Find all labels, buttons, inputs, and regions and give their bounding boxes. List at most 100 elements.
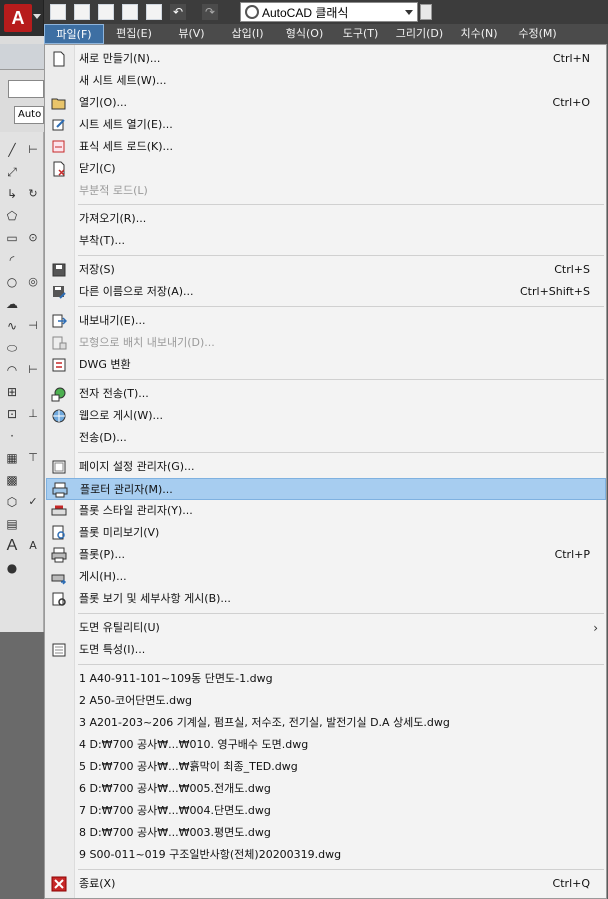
make-block-icon[interactable]: ⊡ bbox=[4, 406, 20, 422]
menu-item-4[interactable]: 형식(O) bbox=[276, 24, 333, 44]
offset-tool-icon[interactable]: ⊙ bbox=[26, 230, 40, 246]
file-menu-item-13[interactable]: DWG 변환 bbox=[46, 354, 606, 376]
file-menu-item-27[interactable]: 2 A50-코어단면도.dwg bbox=[46, 690, 606, 712]
break-tool-icon[interactable]: ⊥ bbox=[26, 406, 40, 422]
construction-line-icon[interactable]: ⤢ bbox=[4, 164, 20, 180]
menu-item-label: 8 D:₩700 공사₩...₩003.평면도.dwg bbox=[79, 826, 271, 839]
menu-item-label: 닫기(C) bbox=[79, 162, 116, 175]
file-menu-item-5[interactable]: 닫기(C) bbox=[46, 158, 606, 180]
file-menu-item-31[interactable]: 6 D:₩700 공사₩...₩005.전개도.dwg bbox=[46, 778, 606, 800]
menu-item-label: 열기(O)... bbox=[79, 96, 127, 109]
fillet-tool-icon[interactable]: A bbox=[26, 538, 40, 554]
file-menu-item-18[interactable]: 플로터 관리자(M)... bbox=[46, 478, 606, 500]
file-menu-item-3[interactable]: 시트 세트 열기(E)... bbox=[46, 114, 606, 136]
file-menu-item-0[interactable]: 새로 만들기(N)... Ctrl+N bbox=[46, 48, 606, 70]
undo-icon[interactable]: ↶ bbox=[170, 4, 186, 20]
chamfer-tool-icon[interactable]: ✓ bbox=[26, 494, 40, 510]
polygon-icon[interactable]: ⬠ bbox=[4, 208, 20, 224]
polyline-icon[interactable]: ↳ bbox=[4, 186, 20, 202]
file-menu-item-26[interactable]: 1 A40-911-101~109동 단면도-1.dwg bbox=[46, 668, 606, 690]
file-menu-item-25[interactable]: 도면 특성(I)... bbox=[46, 639, 606, 661]
array-tool-icon[interactable]: ◎ bbox=[26, 274, 40, 290]
menu-item-label: 5 D:₩700 공사₩...₩흙막이 최종_TED.dwg bbox=[79, 760, 298, 773]
file-menu-item-21[interactable]: 플롯(P)... Ctrl+P bbox=[46, 544, 606, 566]
menu-separator bbox=[78, 255, 604, 256]
gradient-icon[interactable]: ▩ bbox=[4, 472, 20, 488]
file-menu-item-35[interactable]: 종료(X) Ctrl+Q bbox=[46, 873, 606, 895]
insert-block-icon[interactable]: ⊞ bbox=[4, 384, 20, 400]
qat-customize-button[interactable] bbox=[420, 4, 432, 20]
file-menu-item-1[interactable]: 새 시트 세트(W)... bbox=[46, 70, 606, 92]
menu-item-2[interactable]: 뷰(V) bbox=[164, 24, 219, 44]
spline-icon[interactable]: ∿ bbox=[4, 318, 20, 334]
file-menu-item-22[interactable]: 게시(H)... bbox=[46, 566, 606, 588]
file-menu-item-23[interactable]: 플롯 보기 및 세부사항 게시(B)... bbox=[46, 588, 606, 610]
qplot-icon[interactable] bbox=[146, 4, 162, 20]
mtext-icon[interactable]: A bbox=[4, 538, 20, 554]
file-menu-item-7[interactable]: 가져오기(R)... bbox=[46, 208, 606, 230]
plot-style-icon bbox=[51, 503, 67, 519]
point-icon[interactable]: · bbox=[4, 428, 20, 444]
application-menu-button[interactable]: A bbox=[0, 0, 44, 36]
document-tab[interactable]: Auto bbox=[14, 106, 44, 124]
revcloud-icon[interactable]: ☁ bbox=[4, 296, 20, 312]
file-menu-item-32[interactable]: 7 D:₩700 공사₩...₩004.단면도.dwg bbox=[46, 800, 606, 822]
file-menu-item-33[interactable]: 8 D:₩700 공사₩...₩003.평면도.dwg bbox=[46, 822, 606, 844]
join-tool-icon[interactable]: ⊤ bbox=[26, 450, 40, 466]
workspace-dropdown[interactable]: AutoCAD 클래식 bbox=[240, 2, 418, 22]
qopen-icon[interactable] bbox=[74, 4, 90, 20]
trim-tool-icon[interactable]: ⊣ bbox=[26, 318, 40, 334]
file-menu-item-19[interactable]: 플롯 스타일 관리자(Y)... bbox=[46, 500, 606, 522]
redo-icon[interactable]: ↷ bbox=[202, 4, 218, 20]
drawing-area-edge bbox=[0, 632, 44, 899]
file-menu-item-29[interactable]: 4 D:₩700 공사₩...₩010. 영구배수 도면.dwg bbox=[46, 734, 606, 756]
file-menu-item-34[interactable]: 9 S00-011~019 구조일반사항(전체)20200319.dwg bbox=[46, 844, 606, 866]
file-menu-item-15[interactable]: 웹으로 게시(W)... bbox=[46, 405, 606, 427]
menu-item-5[interactable]: 도구(T) bbox=[333, 24, 388, 44]
file-menu-item-2[interactable]: 열기(O)... Ctrl+O bbox=[46, 92, 606, 114]
file-menu-item-30[interactable]: 5 D:₩700 공사₩...₩흙막이 최종_TED.dwg bbox=[46, 756, 606, 778]
file-menu-item-11[interactable]: 내보내기(E)... bbox=[46, 310, 606, 332]
qsave-icon[interactable] bbox=[98, 4, 114, 20]
etransmit-icon bbox=[51, 386, 67, 402]
menu-item-label: 6 D:₩700 공사₩...₩005.전개도.dwg bbox=[79, 782, 271, 795]
hatch-icon[interactable]: ▦ bbox=[4, 450, 20, 466]
menu-item-6[interactable]: 그리기(D) bbox=[388, 24, 451, 44]
file-menu-item-9[interactable]: 저장(S) Ctrl+S bbox=[46, 259, 606, 281]
file-menu-item-14[interactable]: 전자 전송(T)... bbox=[46, 383, 606, 405]
drawing-props-icon bbox=[51, 642, 67, 658]
extend-tool-icon[interactable]: ⊢ bbox=[26, 362, 40, 378]
file-menu-item-4[interactable]: 표식 세트 로드(K)... bbox=[46, 136, 606, 158]
publish-icon bbox=[51, 569, 67, 585]
file-menu-item-20[interactable]: 플롯 미리보기(V) bbox=[46, 522, 606, 544]
ellipse-icon[interactable]: ⬭ bbox=[4, 340, 20, 356]
add-selected-icon[interactable]: ● bbox=[4, 560, 20, 576]
move-tool-icon[interactable]: ↻ bbox=[26, 186, 40, 202]
file-menu-item-17[interactable]: 페이지 설정 관리자(G)... bbox=[46, 456, 606, 478]
file-menu-item-28[interactable]: 3 A201-203~206 기계실, 펌프실, 저수조, 전기실, 발전기실 … bbox=[46, 712, 606, 734]
circle-icon[interactable]: ○ bbox=[4, 274, 20, 290]
menu-item-1[interactable]: 편집(E) bbox=[104, 24, 164, 44]
file-menu-item-10[interactable]: 다른 이름으로 저장(A)... Ctrl+Shift+S bbox=[46, 281, 606, 303]
menu-item-7[interactable]: 치수(N) bbox=[451, 24, 507, 44]
table-icon[interactable]: ▤ bbox=[4, 516, 20, 532]
submenu-arrow-icon: › bbox=[593, 621, 598, 635]
file-menu-item-16[interactable]: 전송(D)... bbox=[46, 427, 606, 449]
arc-icon[interactable]: ◜ bbox=[4, 252, 20, 268]
qnew-icon[interactable] bbox=[50, 4, 66, 20]
qsaveas-icon[interactable] bbox=[122, 4, 138, 20]
file-menu-item-8[interactable]: 부착(T)... bbox=[46, 230, 606, 252]
ellipse-arc-icon[interactable]: ◠ bbox=[4, 362, 20, 378]
file-menu-item-24[interactable]: 도면 유틸리티(U) › bbox=[46, 617, 606, 639]
menu-item-3[interactable]: 삽입(I) bbox=[219, 24, 276, 44]
menu-item-label: 도면 특성(I)... bbox=[79, 643, 146, 656]
menu-item-0[interactable]: 파일(F) bbox=[44, 24, 104, 44]
export-icon bbox=[51, 313, 67, 329]
rectangle-icon[interactable]: ▭ bbox=[4, 230, 20, 246]
menu-item-8[interactable]: 수정(M) bbox=[507, 24, 568, 44]
menu-separator bbox=[78, 452, 604, 453]
plot-details-icon bbox=[51, 591, 67, 607]
region-icon[interactable]: ⬡ bbox=[4, 494, 20, 510]
line-tool-icon[interactable]: ╱ bbox=[4, 142, 20, 158]
modify-tool-icon[interactable]: ⊢ bbox=[26, 142, 40, 158]
